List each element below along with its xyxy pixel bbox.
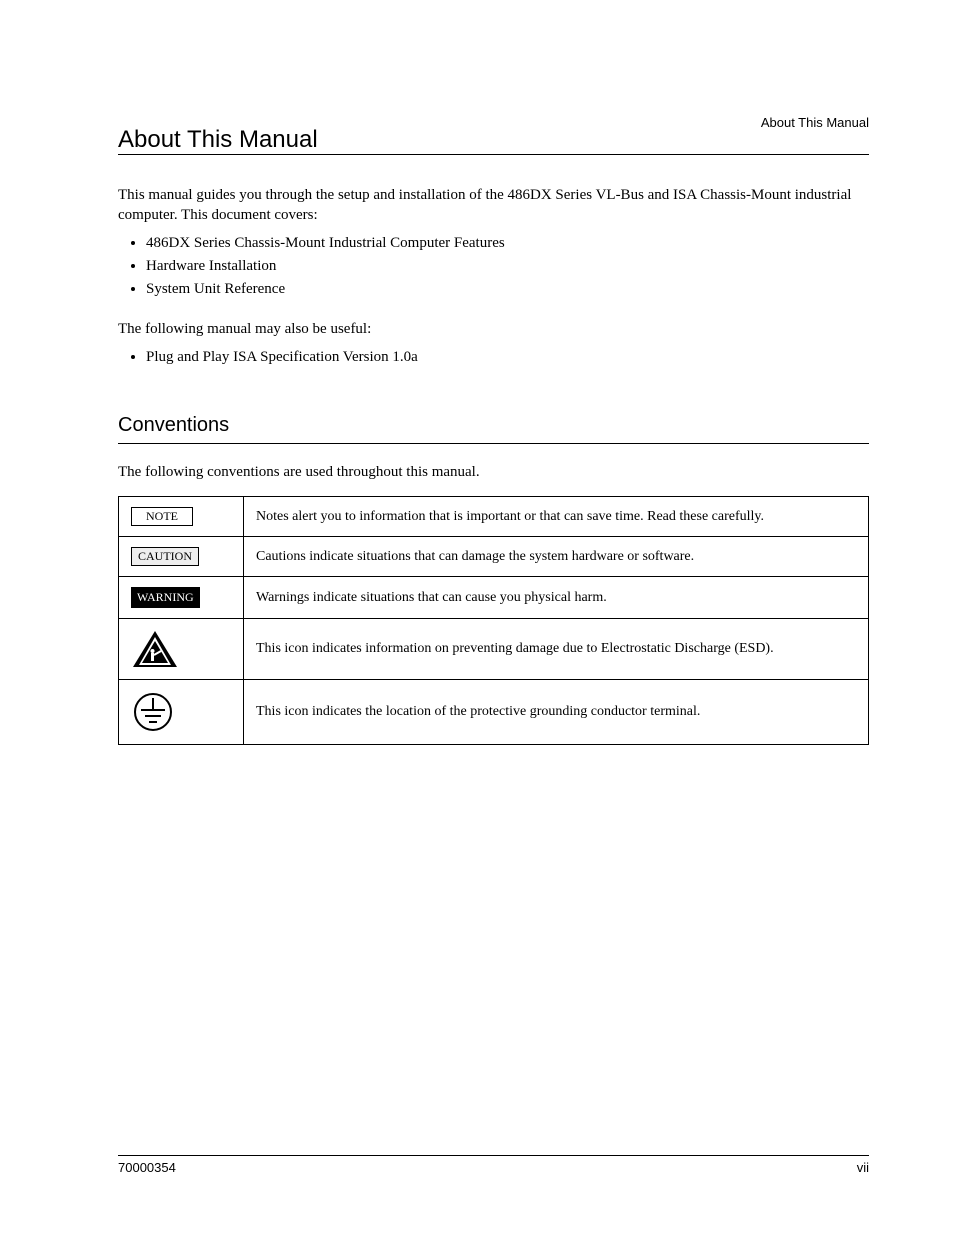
list-item: Hardware Installation: [146, 255, 869, 278]
description-cell: Notes alert you to information that is i…: [244, 497, 869, 537]
table-row: CAUTION Cautions indicate situations tha…: [119, 537, 869, 577]
description-cell: This icon indicates the location of the …: [244, 680, 869, 745]
description-cell: This icon indicates information on preve…: [244, 619, 869, 680]
intro-paragraph: This manual guides you through the setup…: [118, 185, 869, 226]
symbol-cell: [119, 680, 244, 745]
page-footer: 70000354 vii: [118, 1155, 869, 1175]
intro-bullet-list: 486DX Series Chassis-Mount Industrial Co…: [118, 232, 869, 302]
symbol-cell: [119, 619, 244, 680]
warning-badge: WARNING: [131, 587, 200, 608]
title-rule: [118, 154, 869, 155]
description-cell: Warnings indicate situations that can ca…: [244, 577, 869, 619]
section-rule: [118, 443, 869, 444]
description-cell: Cautions indicate situations that can da…: [244, 537, 869, 577]
caution-badge: CAUTION: [131, 547, 199, 566]
chapter-title: About This Manual: [118, 126, 869, 154]
symbol-cell: NOTE: [119, 497, 244, 537]
conventions-table: NOTE Notes alert you to information that…: [118, 496, 869, 745]
running-head: About This Manual: [761, 115, 869, 130]
esd-icon: [131, 629, 231, 669]
conventions-intro: The following conventions are used throu…: [118, 462, 869, 482]
section-conventions-title: Conventions: [118, 414, 869, 437]
related-bullet-list: Plug and Play ISA Specification Version …: [118, 346, 869, 369]
list-item: Plug and Play ISA Specification Version …: [146, 346, 869, 369]
table-row: This icon indicates information on preve…: [119, 619, 869, 680]
list-item: 486DX Series Chassis-Mount Industrial Co…: [146, 232, 869, 255]
table-row: This icon indicates the location of the …: [119, 680, 869, 745]
list-item: System Unit Reference: [146, 278, 869, 301]
ground-icon: [131, 690, 231, 734]
table-row: NOTE Notes alert you to information that…: [119, 497, 869, 537]
footer-right: vii: [857, 1160, 869, 1175]
related-paragraph: The following manual may also be useful:: [118, 319, 869, 339]
symbol-cell: WARNING: [119, 577, 244, 619]
symbol-cell: CAUTION: [119, 537, 244, 577]
table-row: WARNING Warnings indicate situations tha…: [119, 577, 869, 619]
page: About This Manual About This Manual This…: [0, 0, 954, 1235]
footer-left: 70000354: [118, 1160, 176, 1175]
note-badge: NOTE: [131, 507, 193, 526]
